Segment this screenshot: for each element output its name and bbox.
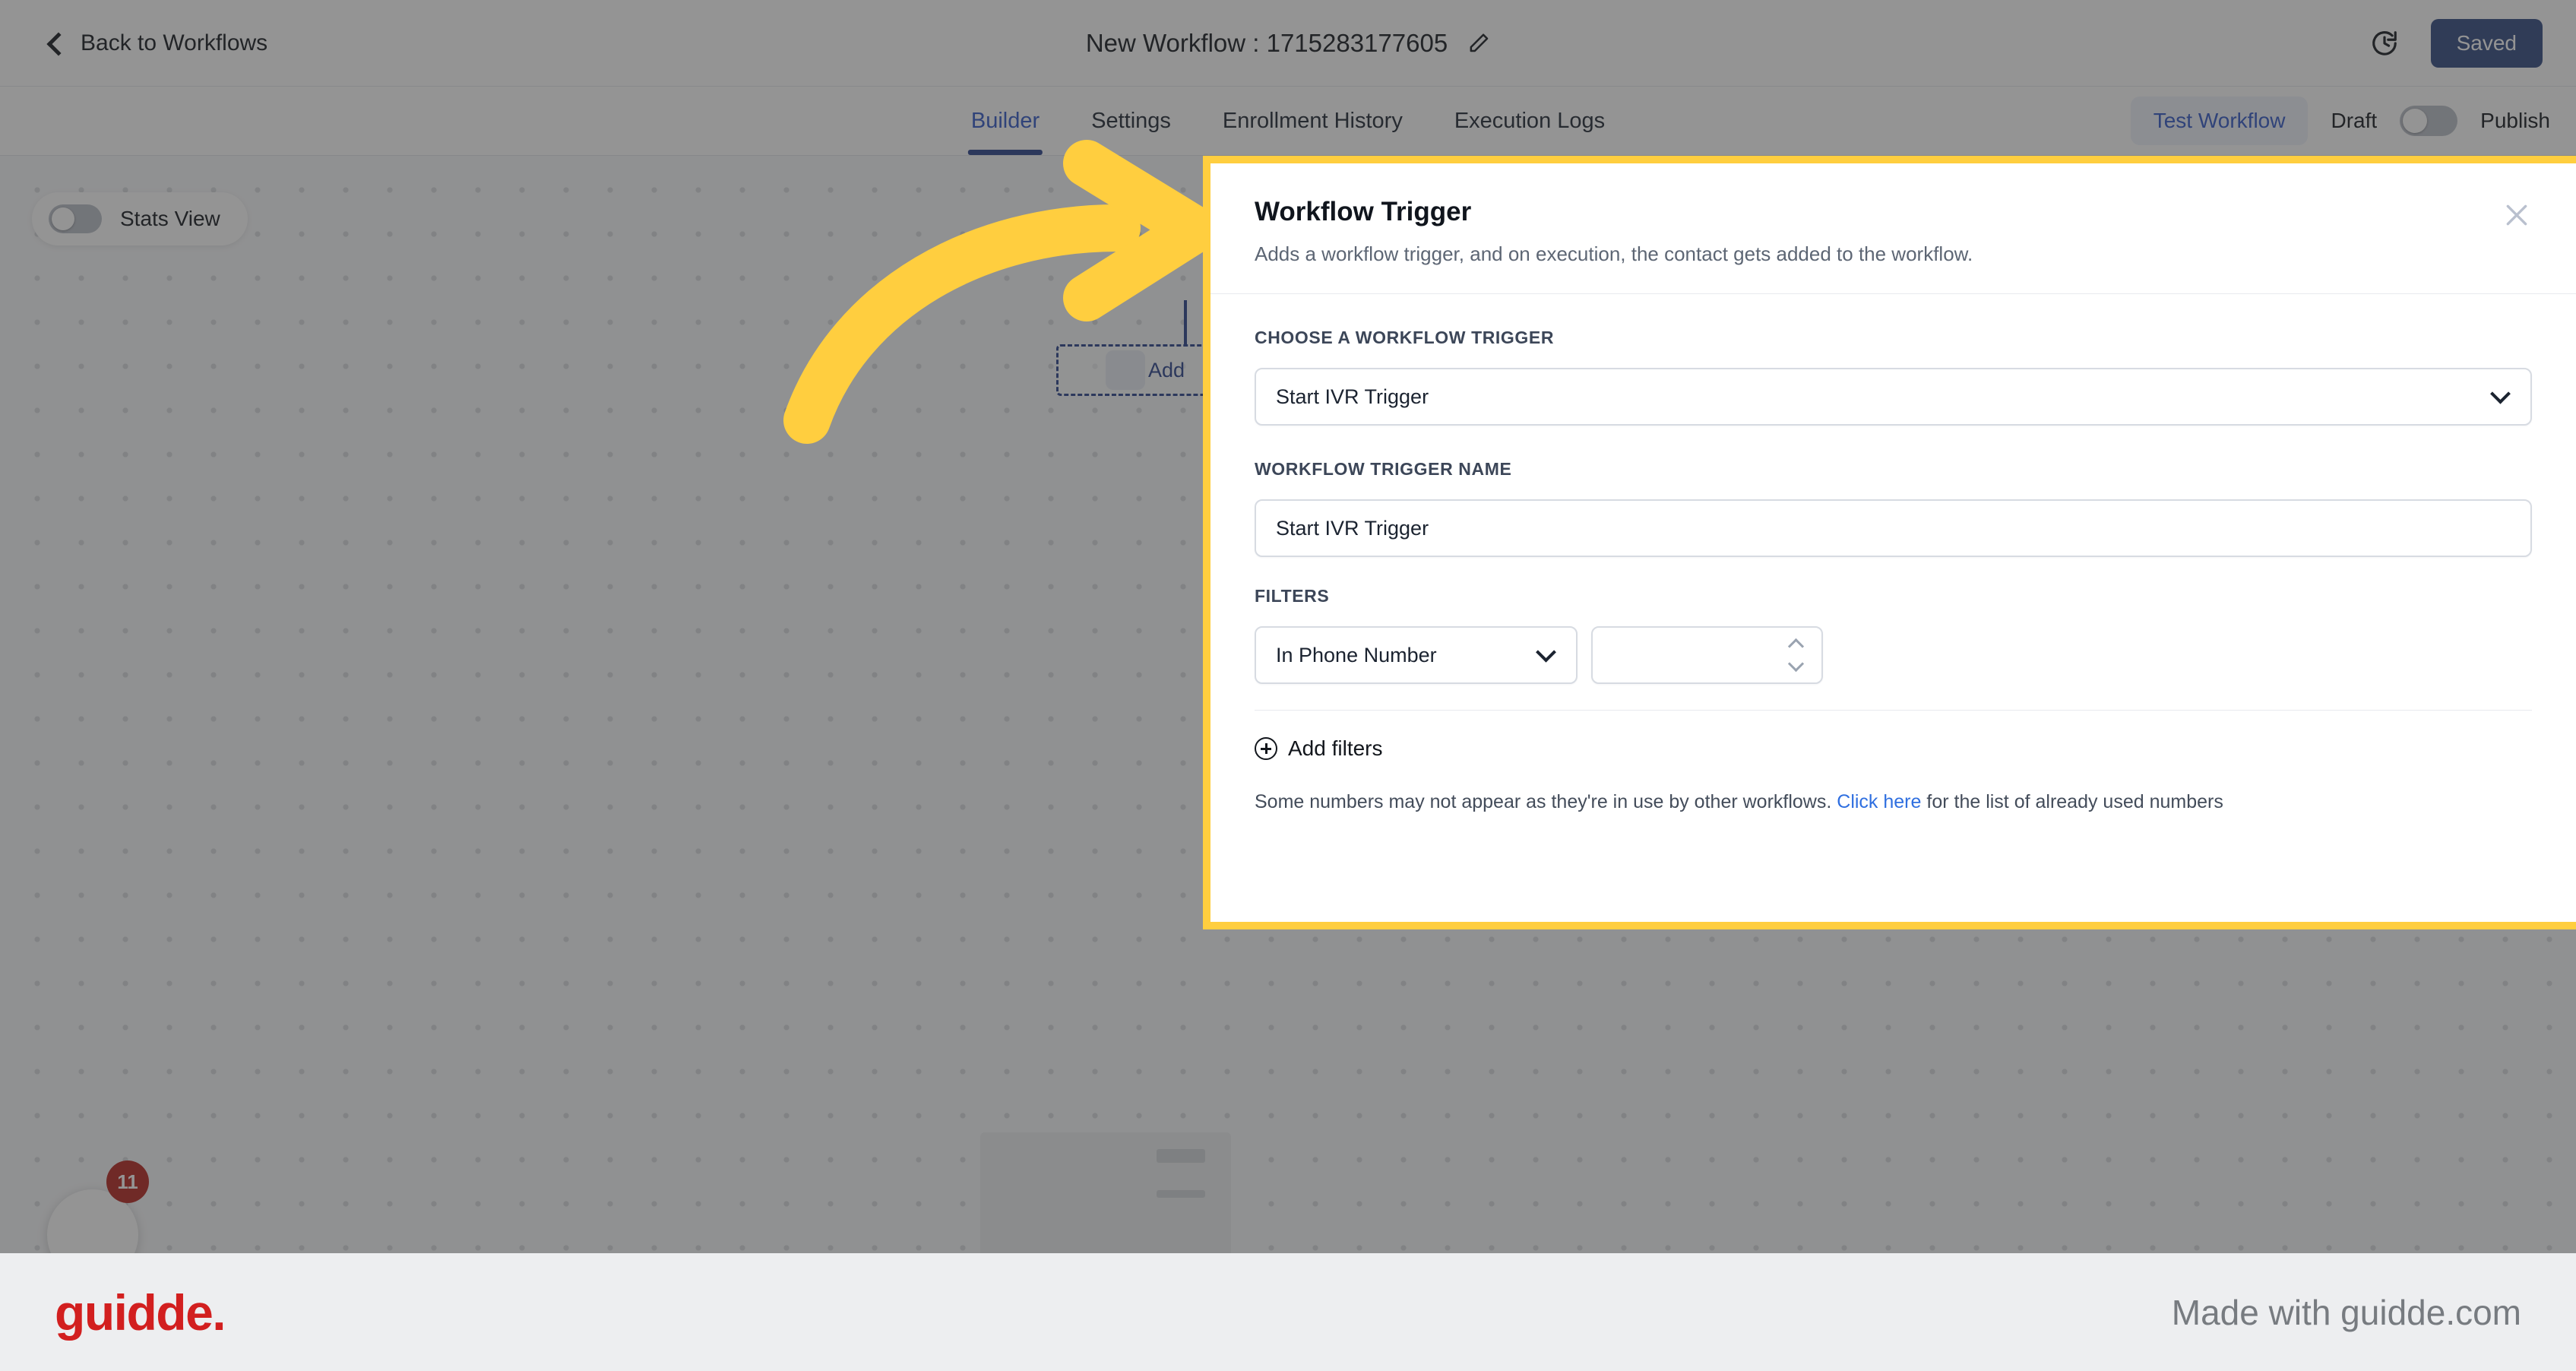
canvas-minimap[interactable] — [980, 1132, 1231, 1253]
choose-trigger-select[interactable]: Start IVR Trigger — [1255, 368, 2532, 426]
stepper-icon[interactable] — [1787, 638, 1805, 673]
stats-view-toggle[interactable] — [49, 204, 102, 233]
modal-title: Workflow Trigger — [1255, 197, 1472, 226]
publish-label: Publish — [2480, 109, 2550, 132]
chevron-up-icon[interactable] — [1787, 638, 1805, 655]
stats-view-control[interactable]: Stats View — [32, 192, 248, 245]
tab-bar-actions: Test Workflow Draft Publish — [2130, 97, 2550, 145]
modal-body: Choose a workflow trigger Start IVR Trig… — [1210, 294, 2576, 813]
close-icon[interactable] — [2502, 200, 2532, 230]
filter-row: In Phone Number — [1255, 626, 2532, 684]
chat-unread-badge: 11 — [106, 1160, 149, 1203]
note-prefix: Some numbers may not appear as they're i… — [1255, 791, 1832, 812]
draft-label: Draft — [2331, 109, 2378, 132]
divider — [1255, 710, 2532, 711]
node-plus-icon — [1106, 350, 1145, 390]
trigger-name-label: Workflow trigger name — [1255, 459, 1512, 479]
trigger-name-input[interactable]: Start IVR Trigger — [1255, 499, 2532, 557]
guidde-footer: guidde. Made with guidde.com — [0, 1253, 2576, 1371]
choose-trigger-label: Choose a workflow trigger — [1255, 328, 1555, 347]
saved-button[interactable]: Saved — [2430, 18, 2543, 68]
tab-builder[interactable]: Builder — [945, 87, 1065, 155]
tab-execution-logs[interactable]: Execution Logs — [1429, 87, 1631, 155]
filter-number-stepper[interactable] — [1591, 626, 1823, 684]
trigger-name-value: Start IVR Trigger — [1276, 516, 1429, 540]
tab-list: Builder Settings Enrollment History Exec… — [945, 87, 1631, 155]
choose-trigger-value: Start IVR Trigger — [1276, 385, 1429, 408]
add-trigger-node-label: Add — [1148, 358, 1185, 382]
modal-header: Workflow Trigger Adds a workflow trigger… — [1210, 163, 2576, 294]
filters-label: Filters — [1255, 586, 1330, 606]
workflow-title-group: New Workflow : 1715283177605 — [1086, 29, 1490, 58]
chevron-down-icon — [1536, 641, 1556, 663]
page-title: New Workflow : 1715283177605 — [1085, 28, 1448, 57]
tab-bar: Builder Settings Enrollment History Exec… — [0, 87, 2576, 156]
tab-settings[interactable]: Settings — [1065, 87, 1197, 155]
add-filters-label: Add filters — [1288, 736, 1383, 760]
made-with-guidde-label: Made with guidde.com — [2171, 1292, 2521, 1332]
guidde-logo: guidde. — [55, 1284, 226, 1341]
modal-subtitle: Adds a workflow trigger, and on executio… — [1255, 242, 1973, 265]
add-filters-button[interactable]: Add filters — [1255, 736, 2532, 761]
filter-field-value: In Phone Number — [1276, 643, 1437, 667]
back-to-workflows-label: Back to Workflows — [81, 30, 268, 55]
workflow-trigger-modal: Workflow Trigger Adds a workflow trigger… — [1203, 156, 2576, 929]
minimap-block-a — [1157, 1149, 1205, 1163]
publish-toggle-knob — [2403, 109, 2428, 133]
publish-toggle[interactable] — [2400, 106, 2458, 136]
chevron-down-icon — [2490, 383, 2511, 404]
note-suffix: for the list of already used numbers — [1926, 791, 2223, 812]
clock-rotate-icon[interactable] — [2370, 29, 2399, 58]
minimap-block-b — [1157, 1190, 1205, 1198]
top-bar: Back to Workflows New Workflow : 1715283… — [0, 0, 2576, 87]
node-connector — [1184, 300, 1187, 346]
plus-circle-icon — [1255, 737, 1277, 760]
pencil-icon[interactable] — [1467, 32, 1490, 55]
stats-view-toggle-knob — [52, 207, 74, 230]
chevron-down-icon[interactable] — [1787, 655, 1805, 673]
back-to-workflows-button[interactable]: Back to Workflows — [46, 30, 268, 56]
tab-enrollment-history[interactable]: Enrollment History — [1197, 87, 1429, 155]
used-numbers-link[interactable]: Click here — [1837, 791, 1921, 812]
top-bar-actions: Saved — [2370, 18, 2543, 68]
stats-view-label: Stats View — [120, 207, 220, 230]
filter-field-select[interactable]: In Phone Number — [1255, 626, 1578, 684]
chevron-left-icon — [46, 31, 71, 56]
test-workflow-button[interactable]: Test Workflow — [2130, 97, 2309, 145]
phone-number-note: Some numbers may not appear as they're i… — [1255, 791, 2532, 813]
screenshot-root: Back to Workflows New Workflow : 1715283… — [0, 0, 2576, 1371]
